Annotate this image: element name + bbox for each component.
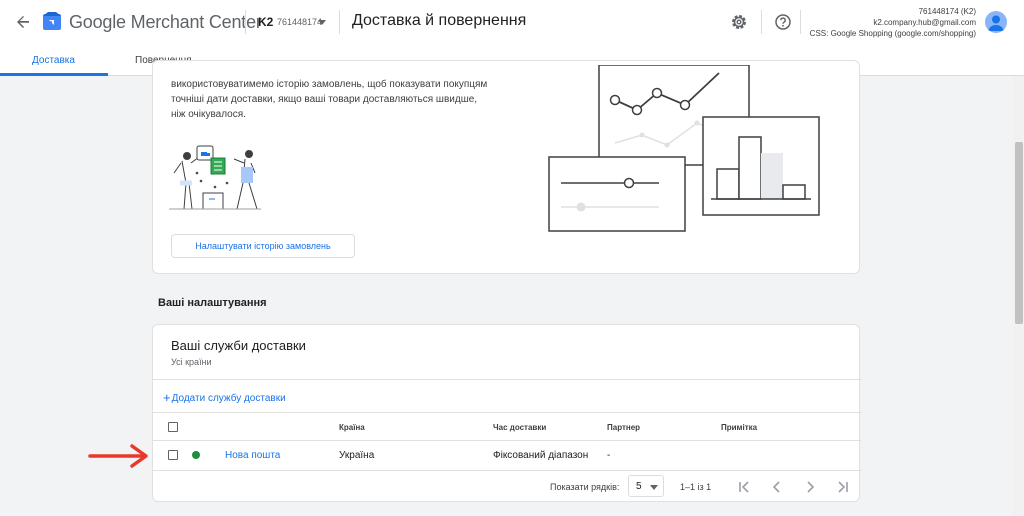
top-app-bar: Google Merchant Center K2 761448174 Дост…	[0, 0, 1024, 44]
account-avatar[interactable]	[985, 11, 1007, 33]
card-title: Ваші служби доставки	[171, 338, 306, 353]
column-header-delivery-time[interactable]: Час доставки	[493, 423, 546, 432]
column-header-note[interactable]: Примітка	[721, 423, 757, 432]
account-info-email: k2.company.hub@gmail.com	[873, 18, 976, 27]
service-name-link[interactable]: Нова пошта	[225, 450, 280, 461]
divider	[153, 470, 861, 471]
last-page-icon[interactable]	[834, 478, 852, 496]
settings-gear-icon[interactable]	[729, 12, 749, 32]
row-checkbox[interactable]	[168, 450, 178, 460]
scrollbar-thumb[interactable]	[1015, 142, 1023, 324]
add-shipping-service-link[interactable]: +Додати службу доставки	[163, 390, 286, 405]
order-history-illustration	[169, 145, 261, 210]
rows-per-page-value: 5	[636, 481, 642, 492]
order-history-card: використовуватимемо історію замовлень, щ…	[152, 60, 860, 274]
annotation-arrow-icon	[88, 444, 148, 468]
add-shipping-service-label: Додати службу доставки	[171, 393, 286, 404]
card-subtitle: Усі країни	[171, 357, 212, 367]
divider	[339, 10, 340, 34]
next-page-icon[interactable]	[801, 478, 819, 496]
dropdown-caret-icon[interactable]	[318, 20, 326, 25]
merchant-center-logo	[42, 11, 63, 32]
rows-per-page-label: Показати рядків:	[550, 482, 620, 492]
order-history-description: використовуватимемо історію замовлень, щ…	[171, 79, 488, 120]
tab-shipping[interactable]: Доставка	[32, 55, 75, 66]
divider	[800, 10, 801, 34]
plus-icon: +	[163, 390, 171, 405]
service-country: Україна	[339, 450, 375, 461]
charts-illustration	[548, 65, 820, 232]
shipping-services-card: Ваші служби доставки Усі країни +Додати …	[152, 324, 861, 502]
account-info-css: CSS: Google Shopping (google.com/shoppin…	[809, 29, 976, 38]
service-delivery-time: Фіксований діапазон	[493, 450, 589, 461]
help-icon[interactable]	[773, 12, 793, 32]
active-tab-indicator	[0, 73, 108, 76]
divider	[153, 379, 861, 380]
divider	[245, 10, 246, 34]
previous-page-icon[interactable]	[768, 478, 786, 496]
first-page-icon[interactable]	[735, 478, 753, 496]
status-active-dot	[192, 451, 200, 459]
service-partner: -	[607, 450, 611, 461]
pagination-range: 1–1 із 1	[680, 482, 712, 492]
column-header-partner[interactable]: Партнер	[607, 423, 640, 432]
divider	[153, 440, 861, 441]
account-info-id: 761448174 (K2)	[918, 7, 976, 16]
divider	[153, 412, 861, 413]
rows-per-page-select[interactable]: 5	[628, 475, 664, 497]
back-arrow-icon[interactable]	[12, 11, 34, 33]
dropdown-caret-icon	[650, 485, 658, 490]
column-header-country[interactable]: Країна	[339, 423, 365, 432]
product-name: Google Merchant Center	[69, 12, 262, 32]
account-switcher-name[interactable]: K2	[258, 15, 273, 29]
page-title: Доставка й повернення	[352, 12, 527, 29]
section-title: Ваші налаштування	[158, 297, 267, 309]
divider	[761, 10, 762, 34]
account-info: 761448174 (K2) k2.company.hub@gmail.com …	[810, 6, 976, 39]
account-switcher-id[interactable]: 761448174	[277, 17, 322, 27]
select-all-checkbox[interactable]	[168, 422, 178, 432]
setup-order-history-button[interactable]: Налаштувати історію замовлень	[171, 234, 355, 258]
